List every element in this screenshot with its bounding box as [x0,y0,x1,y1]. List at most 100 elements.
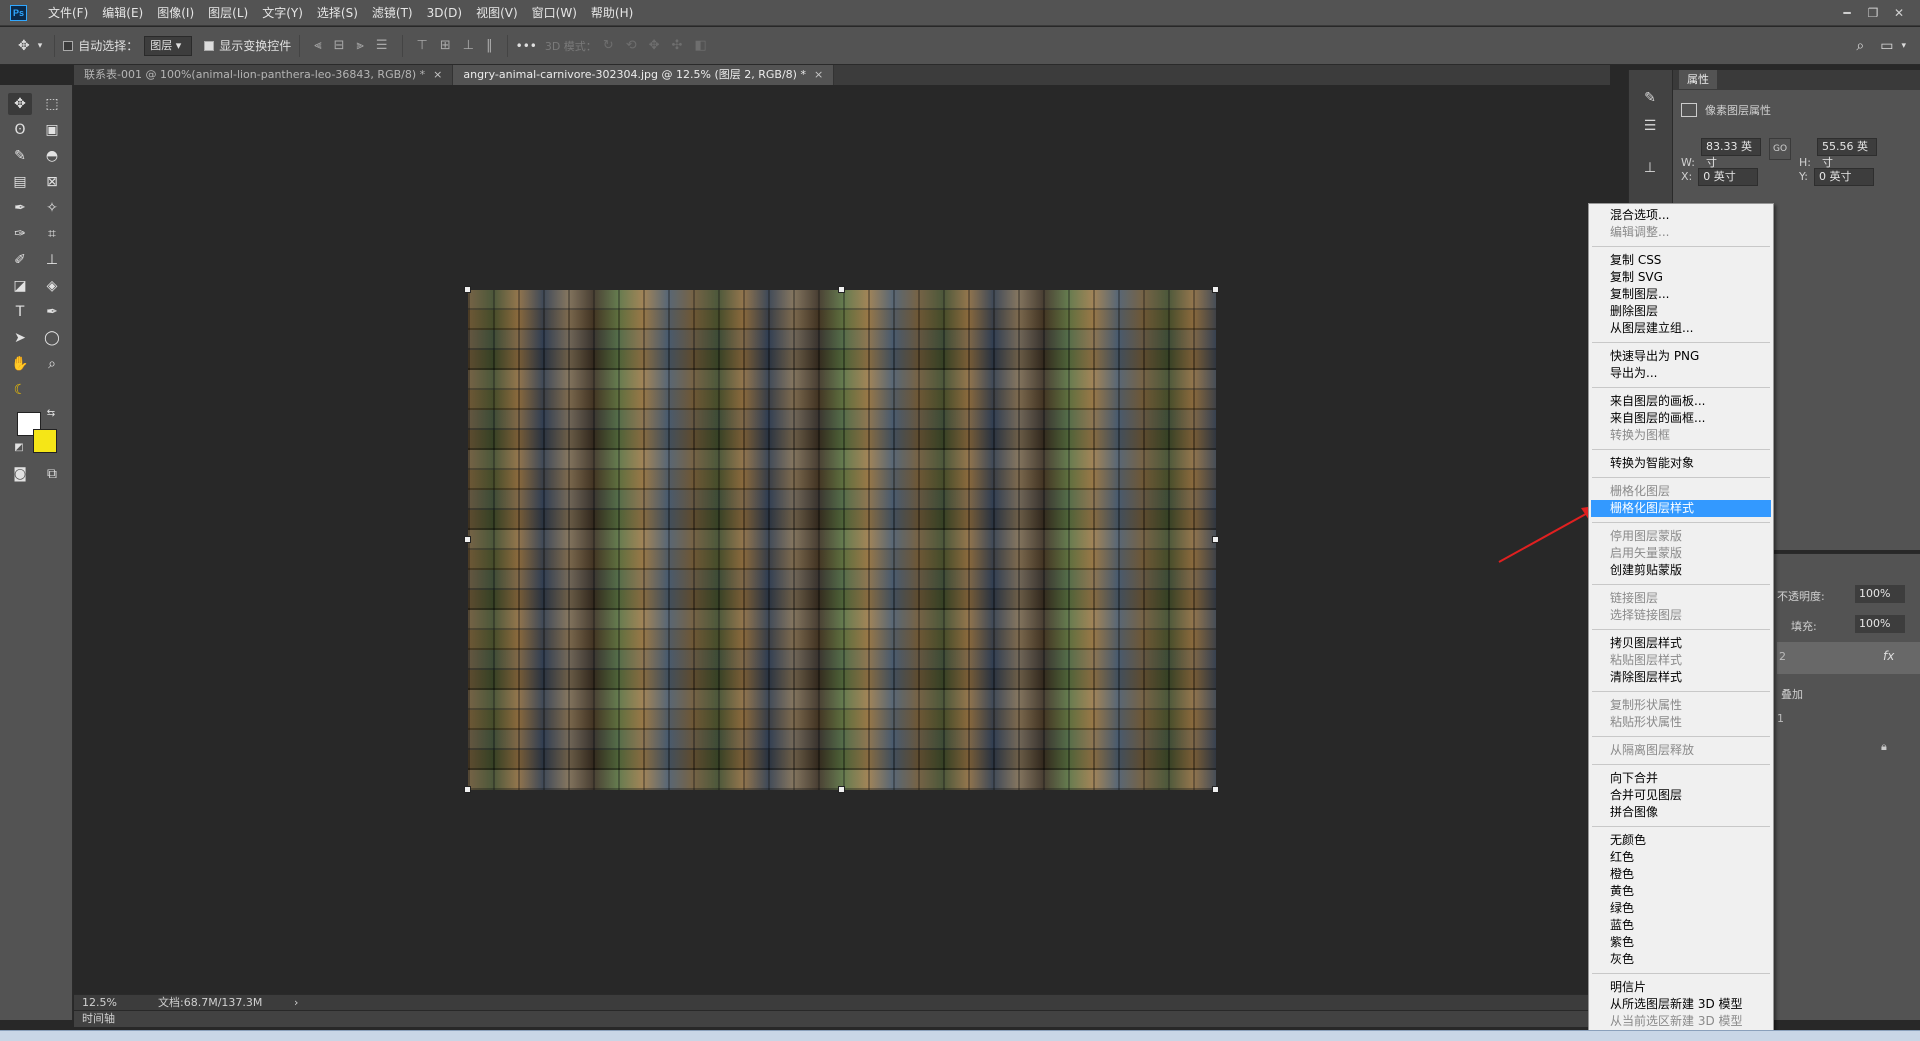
timeline-tab[interactable]: 时间轴 [74,1011,1610,1027]
transform-handle-left[interactable] [464,536,471,543]
fill-field[interactable]: 100% [1855,615,1905,633]
align-left-icon[interactable]: ⫷ [314,38,321,53]
background-color-swatch[interactable] [33,429,57,453]
hand-tool-icon[interactable]: ✋ [8,353,32,375]
show-transform-checkbox[interactable] [204,40,215,51]
status-menu-arrow-icon[interactable]: › [294,995,298,1011]
auto-select-dropdown[interactable]: 图层 ▾ [144,35,193,56]
workspace-icon[interactable]: ▭ [1880,38,1893,54]
context-menu-item[interactable]: 从图层建立组... [1589,320,1773,337]
ellipse-tool-icon[interactable]: ◯ [40,327,64,349]
transform-handle-bottom-right[interactable] [1212,786,1219,793]
frame-tool-icon[interactable]: ⊠ [40,171,64,193]
close-icon[interactable]: ✕ [1886,6,1912,20]
eyedropper-tool-icon[interactable]: ✒ [8,197,32,219]
paint-bucket-icon[interactable]: ◈ [40,275,64,297]
align-hcenter-icon[interactable]: ⊟ [334,38,345,53]
opacity-field[interactable]: 100% [1855,585,1905,603]
more-options-icon[interactable]: ••• [516,39,537,53]
tab-contact-sheet[interactable]: 联系表-001 @ 100%(animal-lion-panthera-leo-… [74,65,454,85]
move-tool-icon[interactable]: ✥ [8,93,32,115]
context-menu-item[interactable]: 红色 [1589,849,1773,866]
transform-handle-top-left[interactable] [464,286,471,293]
distribute-vertical-icon[interactable]: ‖ [486,38,493,53]
context-menu-item[interactable]: 复制 SVG [1589,269,1773,286]
brush-settings-icon[interactable]: ✎ [1639,90,1661,112]
quick-select-tool-icon[interactable]: ✎ [8,145,32,167]
transform-handle-bottom-left[interactable] [464,786,471,793]
auto-select-checkbox[interactable] [63,40,74,51]
context-menu-item[interactable]: 拷贝图层样式 [1589,635,1773,652]
context-menu-item[interactable]: 复制 CSS [1589,252,1773,269]
context-menu-item[interactable]: 合并可见图层 [1589,787,1773,804]
x-field[interactable]: 0 英寸 [1698,168,1759,186]
type-tool-icon[interactable]: T [8,301,32,323]
context-menu-item[interactable]: 明信片 [1589,979,1773,996]
banana-icon[interactable]: ☾ [8,379,32,401]
context-menu-item[interactable]: 绿色 [1589,900,1773,917]
menu-select[interactable]: 选择(S) [310,0,365,26]
context-menu-item[interactable]: 清除图层样式 [1589,669,1773,686]
spot-heal-tool-icon[interactable]: ✧ [40,197,64,219]
quick-mask-icon[interactable]: ◙ [8,463,32,485]
y-field[interactable]: 0 英寸 [1813,168,1874,186]
zoom-level[interactable]: 12.5% [82,995,117,1011]
context-menu-item[interactable]: 黄色 [1589,883,1773,900]
height-field[interactable]: 55.56 英寸 [1816,138,1877,169]
context-menu-item[interactable]: 来自图层的画框... [1589,410,1773,427]
marquee-tool-icon[interactable]: ⬚ [40,93,64,115]
screen-mode-icon[interactable]: ⧉ [40,463,64,485]
minimize-icon[interactable]: ━ [1834,6,1860,20]
default-colors-icon[interactable]: ◩ [12,441,26,455]
restore-icon[interactable]: ❐ [1860,6,1886,20]
path-select-icon[interactable]: ➤ [8,327,32,349]
context-menu-item[interactable]: 转换为智能对象 [1589,455,1773,472]
menu-layer[interactable]: 图层(L) [201,0,255,26]
object-select-icon[interactable]: ◓ [40,145,64,167]
layer-row-partial[interactable]: 1 [1777,712,1784,725]
menu-view[interactable]: 视图(V) [469,0,525,26]
tab-angry-animal[interactable]: angry-animal-carnivore-302304.jpg @ 12.5… [453,65,835,85]
context-menu-item[interactable]: 灰色 [1589,951,1773,968]
context-menu-item[interactable]: 紫色 [1589,934,1773,951]
color-sampler-icon[interactable]: ✑ [8,223,32,245]
crop-tool-icon[interactable]: ⌗ [40,223,64,245]
menu-help[interactable]: 帮助(H) [584,0,640,26]
search-icon[interactable]: ⌕ [1856,38,1864,54]
brush-tool-icon[interactable]: ✐ [8,249,32,271]
menu-filter[interactable]: 滤镜(T) [365,0,420,26]
context-menu-item[interactable]: 栅格化图层样式 [1591,500,1771,517]
align-top-icon[interactable]: ⊤ [417,38,428,53]
context-menu-item[interactable]: 从所选图层新建 3D 模型 [1589,996,1773,1013]
context-menu-item[interactable]: 无颜色 [1589,832,1773,849]
artboard-tool-icon[interactable]: ▣ [40,119,64,141]
gradient-tool-icon[interactable]: ▤ [8,171,32,193]
transform-handle-right[interactable] [1212,536,1219,543]
transform-handle-top-right[interactable] [1212,286,1219,293]
fx-icon[interactable]: fx [1883,649,1894,663]
zoom-tool-icon[interactable]: ⌕ [40,353,64,375]
context-menu-item[interactable]: 创建剪贴蒙版 [1589,562,1773,579]
clone-source-icon[interactable]: ⊥ [1639,160,1661,182]
menu-3d[interactable]: 3D(D) [420,0,469,26]
close-icon[interactable]: × [433,68,442,81]
context-menu-item[interactable]: 向下合并 [1589,770,1773,787]
align-bottom-icon[interactable]: ⊥ [463,38,474,53]
distribute-icon[interactable]: ☰ [376,38,388,53]
layer-row-selected[interactable]: 2 fx [1777,642,1920,674]
context-menu-item[interactable]: 快速导出为 PNG [1589,348,1773,365]
layer-effect-overlay[interactable]: 叠加 [1781,686,1803,702]
stamp-tool-icon[interactable]: ⊥ [40,249,64,271]
transform-handle-top[interactable] [838,286,845,293]
link-icon[interactable]: GO [1769,138,1791,160]
move-tool-icon[interactable]: ✥ [18,38,30,54]
menu-window[interactable]: 窗口(W) [525,0,584,26]
context-menu-item[interactable]: 来自图层的画板... [1589,393,1773,410]
adjustments-icon[interactable]: ☰ [1639,118,1661,140]
canvas-area[interactable] [74,85,1610,994]
transform-handle-bottom[interactable] [838,786,845,793]
context-menu-item[interactable]: 拼合图像 [1589,804,1773,821]
context-menu-item[interactable]: 混合选项... [1589,207,1773,224]
eraser-tool-icon[interactable]: ◪ [8,275,32,297]
swap-colors-icon[interactable]: ⇆ [44,407,58,421]
